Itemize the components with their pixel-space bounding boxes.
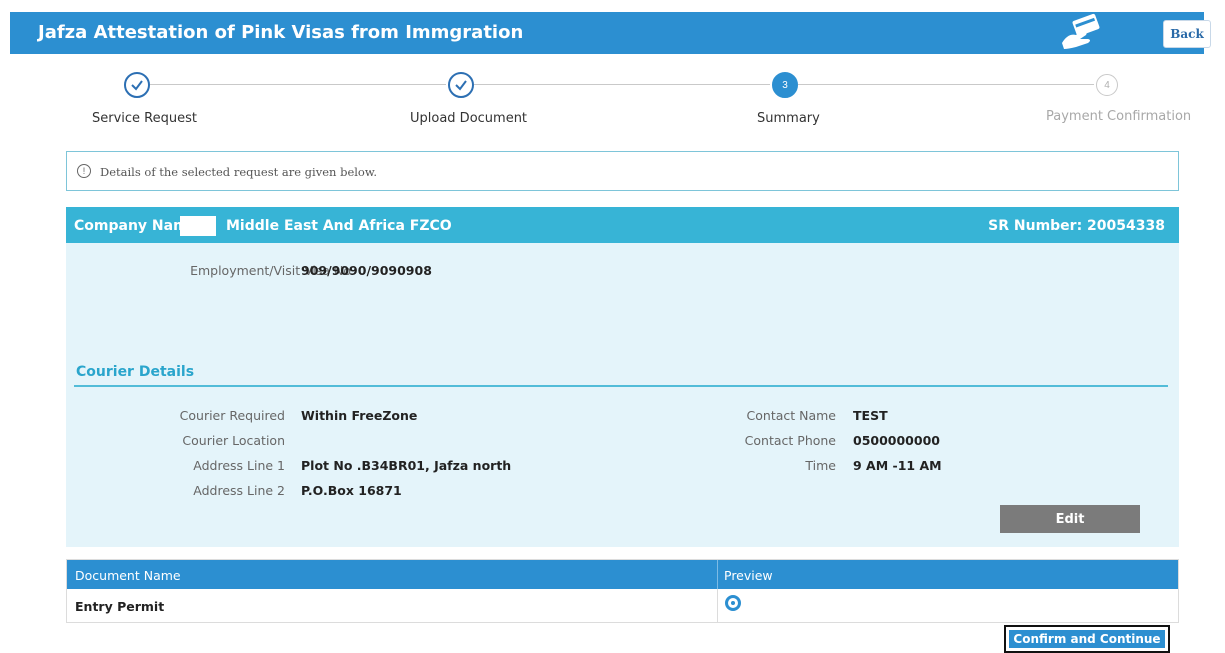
preview-icon[interactable] [725, 595, 741, 611]
contact-phone-value: 0500000000 [853, 433, 940, 448]
courier-details-title: Courier Details [76, 364, 195, 380]
back-button[interactable]: Back [1163, 20, 1211, 48]
edit-button[interactable]: Edit [1000, 505, 1140, 533]
summary-panel: Company Name: Middle East And Africa FZC… [66, 207, 1179, 547]
step-2-check-icon [448, 72, 474, 98]
sr-number: SR Number: 20054338 [988, 218, 1165, 234]
column-header-preview: Preview [724, 568, 773, 583]
step-label-service-request: Service Request [92, 111, 197, 126]
info-message: ! Details of the selected request are gi… [66, 151, 1179, 191]
courier-divider [74, 385, 1168, 387]
step-1-check-icon [124, 72, 150, 98]
address-line-1-label: Address Line 1 [193, 458, 285, 473]
contact-name-value: TEST [853, 408, 888, 423]
document-name: Entry Permit [75, 599, 165, 614]
redacted-block [180, 216, 216, 236]
documents-table: Document Name Preview Entry Permit [66, 559, 1179, 623]
time-value: 9 AM -11 AM [853, 458, 942, 473]
card-payment-icon [1062, 13, 1100, 49]
address-line-1-value: Plot No .B34BR01, Jafza north [301, 458, 512, 473]
address-line-2-label: Address Line 2 [193, 483, 285, 498]
step-3-number: 3 [772, 72, 798, 98]
confirm-and-continue-button[interactable]: Confirm and Continue [1009, 630, 1165, 648]
column-divider [717, 560, 718, 589]
step-label-upload-document: Upload Document [410, 111, 528, 126]
contact-phone-label: Contact Phone [744, 433, 836, 448]
confirm-button-focus-ring: Confirm and Continue [1004, 625, 1170, 653]
page-title: Jafza Attestation of Pink Visas from Imm… [38, 22, 524, 43]
step-connector [798, 84, 1094, 85]
visa-number-value: 909/9090/9090908 [301, 263, 432, 278]
courier-location-label: Courier Location [182, 433, 285, 448]
progress-stepper: 3 4 Service Request Upload Document Summ… [0, 68, 1225, 138]
time-label: Time [805, 458, 836, 473]
step-connector [474, 84, 770, 85]
courier-required-label: Courier Required [179, 408, 285, 423]
step-4-number: 4 [1096, 74, 1118, 96]
column-divider [717, 589, 718, 622]
courier-required-value: Within FreeZone [301, 408, 418, 423]
table-row: Entry Permit [67, 589, 1178, 622]
contact-name-label: Contact Name [746, 408, 836, 423]
column-header-document-name: Document Name [75, 568, 181, 583]
step-connector [150, 84, 446, 85]
step-label-summary: Summary [757, 111, 820, 126]
info-text: Details of the selected request are give… [100, 165, 377, 179]
step-label-payment-confirmation: Payment Confirmation [1046, 109, 1192, 124]
company-header: Company Name: Middle East And Africa FZC… [66, 207, 1179, 243]
page-header: Jafza Attestation of Pink Visas from Imm… [10, 12, 1211, 54]
company-name-value: Middle East And Africa FZCO [226, 218, 452, 234]
table-header: Document Name Preview [67, 560, 1178, 589]
info-icon: ! [77, 164, 91, 178]
address-line-2-value: P.O.Box 16871 [301, 483, 402, 498]
